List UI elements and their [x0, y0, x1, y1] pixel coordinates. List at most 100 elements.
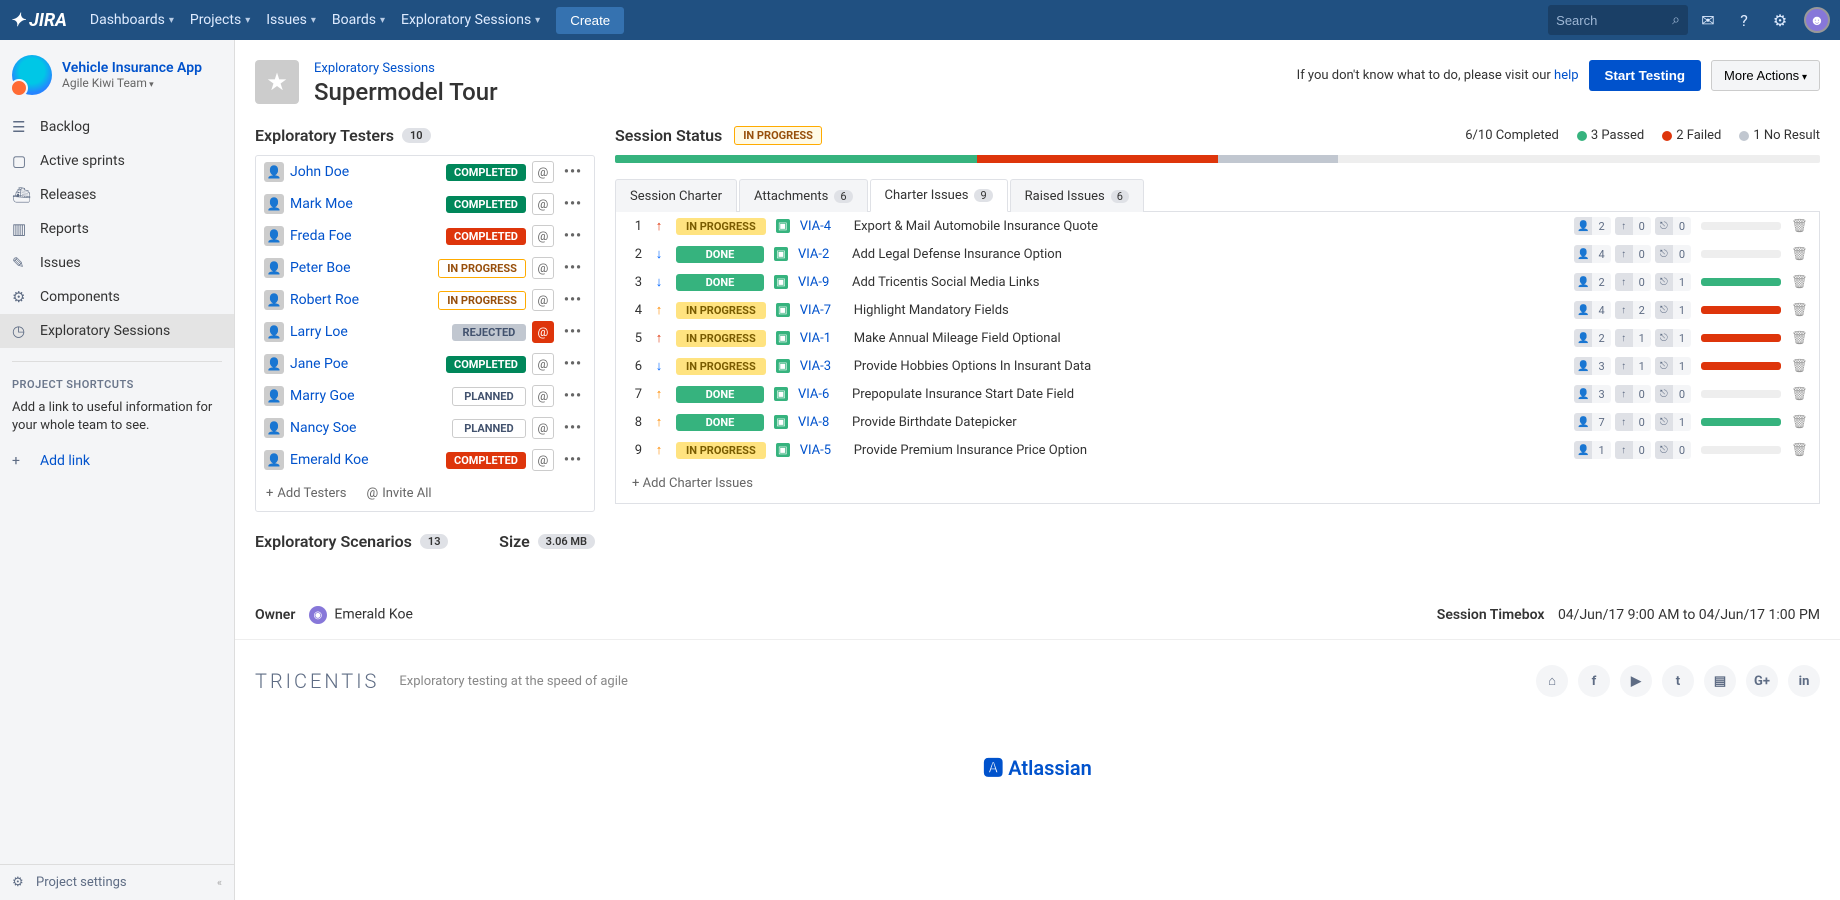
- feedback-icon[interactable]: ✉: [1692, 4, 1724, 36]
- start-testing-button[interactable]: Start Testing: [1589, 60, 1701, 91]
- issue-title[interactable]: Prepopulate Insurance Start Date Field: [852, 387, 1564, 402]
- nav-item[interactable]: Projects: [182, 0, 258, 40]
- tab[interactable]: Raised Issues6: [1010, 179, 1144, 212]
- trash-icon[interactable]: 🗑: [1791, 303, 1807, 318]
- issue-title[interactable]: Highlight Mandatory Fields: [854, 303, 1565, 318]
- nav-item[interactable]: Exploratory Sessions: [393, 0, 548, 40]
- tab[interactable]: Session Charter: [615, 179, 737, 212]
- project-team[interactable]: Agile Kiwi Team: [62, 76, 202, 90]
- issue-key[interactable]: VIA-7: [800, 303, 844, 318]
- trash-icon[interactable]: 🗑: [1791, 387, 1807, 402]
- more-icon[interactable]: •••: [560, 324, 586, 340]
- facebook-icon[interactable]: f: [1578, 665, 1610, 697]
- create-button[interactable]: Create: [556, 7, 624, 34]
- tester-name[interactable]: Freda Foe: [290, 228, 440, 244]
- tester-name[interactable]: Robert Roe: [290, 292, 432, 308]
- project-header[interactable]: Vehicle Insurance App Agile Kiwi Team: [0, 40, 234, 105]
- trash-icon[interactable]: 🗑: [1791, 415, 1807, 430]
- more-icon[interactable]: •••: [560, 452, 586, 468]
- trash-icon[interactable]: 🗑: [1791, 359, 1807, 374]
- project-settings[interactable]: ⚙ Project settings «: [0, 864, 234, 900]
- tester-name[interactable]: Jane Poe: [290, 356, 440, 372]
- help-icon[interactable]: ?: [1728, 4, 1760, 36]
- issue-key[interactable]: VIA-2: [798, 247, 842, 262]
- slideshare-icon[interactable]: ▤: [1704, 665, 1736, 697]
- breadcrumb[interactable]: Exploratory Sessions: [314, 61, 435, 76]
- sidebar-item[interactable]: ▢Active sprints: [0, 144, 234, 178]
- add-testers-button[interactable]: + Add Testers: [266, 486, 347, 501]
- sidebar-item[interactable]: ◷Exploratory Sessions: [0, 314, 234, 348]
- google-plus-icon[interactable]: G+: [1746, 665, 1778, 697]
- issue-title[interactable]: Make Annual Mileage Field Optional: [854, 331, 1565, 346]
- sidebar-item[interactable]: ▥Reports: [0, 212, 234, 246]
- nav-item[interactable]: Issues: [258, 0, 324, 40]
- tester-name[interactable]: Larry Loe: [290, 324, 446, 340]
- at-button[interactable]: @: [532, 257, 554, 279]
- linkedin-icon[interactable]: in: [1788, 665, 1820, 697]
- trash-icon[interactable]: 🗑: [1791, 219, 1807, 234]
- tester-name[interactable]: John Doe: [290, 164, 440, 180]
- star-icon[interactable]: ★: [255, 60, 299, 104]
- issue-key[interactable]: VIA-3: [800, 359, 844, 374]
- tab[interactable]: Attachments6: [739, 179, 868, 212]
- tester-name[interactable]: Marry Goe: [290, 388, 446, 404]
- add-charter-button[interactable]: + Add Charter Issues: [616, 464, 1819, 503]
- sidebar-item[interactable]: ✎Issues: [0, 246, 234, 280]
- more-icon[interactable]: •••: [560, 164, 586, 180]
- sidebar-item[interactable]: ⚙Components: [0, 280, 234, 314]
- at-button[interactable]: @: [532, 289, 554, 311]
- trash-icon[interactable]: 🗑: [1791, 247, 1807, 262]
- issue-title[interactable]: Provide Premium Insurance Price Option: [854, 443, 1565, 458]
- youtube-icon[interactable]: ▶: [1620, 665, 1652, 697]
- more-icon[interactable]: •••: [560, 196, 586, 212]
- issue-key[interactable]: VIA-9: [798, 275, 842, 290]
- at-button[interactable]: @: [532, 321, 554, 343]
- issue-key[interactable]: VIA-1: [800, 331, 844, 346]
- issue-title[interactable]: Provide Birthdate Datepicker: [852, 415, 1564, 430]
- more-icon[interactable]: •••: [560, 228, 586, 244]
- at-button[interactable]: @: [532, 417, 554, 439]
- tester-name[interactable]: Mark Moe: [290, 196, 440, 212]
- issue-key[interactable]: VIA-6: [798, 387, 842, 402]
- trash-icon[interactable]: 🗑: [1791, 331, 1807, 346]
- search-input[interactable]: [1556, 13, 1666, 28]
- trash-icon[interactable]: 🗑: [1791, 443, 1807, 458]
- tester-name[interactable]: Nancy Soe: [290, 420, 446, 436]
- tab[interactable]: Charter Issues9: [870, 179, 1008, 212]
- twitter-icon[interactable]: t: [1662, 665, 1694, 697]
- sidebar-item[interactable]: ☰Backlog: [0, 110, 234, 144]
- collapse-icon[interactable]: «: [217, 876, 222, 889]
- jira-logo[interactable]: JIRA: [10, 10, 67, 31]
- search-box[interactable]: ⌕: [1548, 5, 1688, 35]
- more-icon[interactable]: •••: [560, 260, 586, 276]
- at-button[interactable]: @: [532, 385, 554, 407]
- more-icon[interactable]: •••: [560, 420, 586, 436]
- issue-title[interactable]: Add Legal Defense Insurance Option: [852, 247, 1564, 262]
- issue-key[interactable]: VIA-8: [798, 415, 842, 430]
- more-icon[interactable]: •••: [560, 388, 586, 404]
- trash-icon[interactable]: 🗑: [1791, 275, 1807, 290]
- tester-name[interactable]: Peter Boe: [290, 260, 432, 276]
- settings-icon[interactable]: ⚙: [1764, 4, 1796, 36]
- more-icon[interactable]: •••: [560, 292, 586, 308]
- invite-all-button[interactable]: @ Invite All: [367, 486, 432, 501]
- issue-title[interactable]: Export & Mail Automobile Insurance Quote: [854, 219, 1565, 234]
- atlassian-logo[interactable]: Atlassian: [235, 722, 1840, 841]
- more-icon[interactable]: •••: [560, 356, 586, 372]
- issue-title[interactable]: Add Tricentis Social Media Links: [852, 275, 1564, 290]
- issue-title[interactable]: Provide Hobbies Options In Insurant Data: [854, 359, 1565, 374]
- at-button[interactable]: @: [532, 193, 554, 215]
- more-actions-button[interactable]: More Actions: [1711, 60, 1820, 91]
- issue-key[interactable]: VIA-4: [800, 219, 844, 234]
- user-avatar[interactable]: ☻: [1804, 7, 1830, 33]
- help-link[interactable]: help: [1554, 68, 1579, 83]
- at-button[interactable]: @: [532, 449, 554, 471]
- at-button[interactable]: @: [532, 225, 554, 247]
- add-link-button[interactable]: + Add link: [0, 445, 234, 477]
- tester-name[interactable]: Emerald Koe: [290, 452, 440, 468]
- issue-key[interactable]: VIA-5: [800, 443, 844, 458]
- nav-item[interactable]: Dashboards: [82, 0, 182, 40]
- home-icon[interactable]: ⌂: [1536, 665, 1568, 697]
- sidebar-item[interactable]: ⛴Releases: [0, 178, 234, 212]
- at-button[interactable]: @: [532, 161, 554, 183]
